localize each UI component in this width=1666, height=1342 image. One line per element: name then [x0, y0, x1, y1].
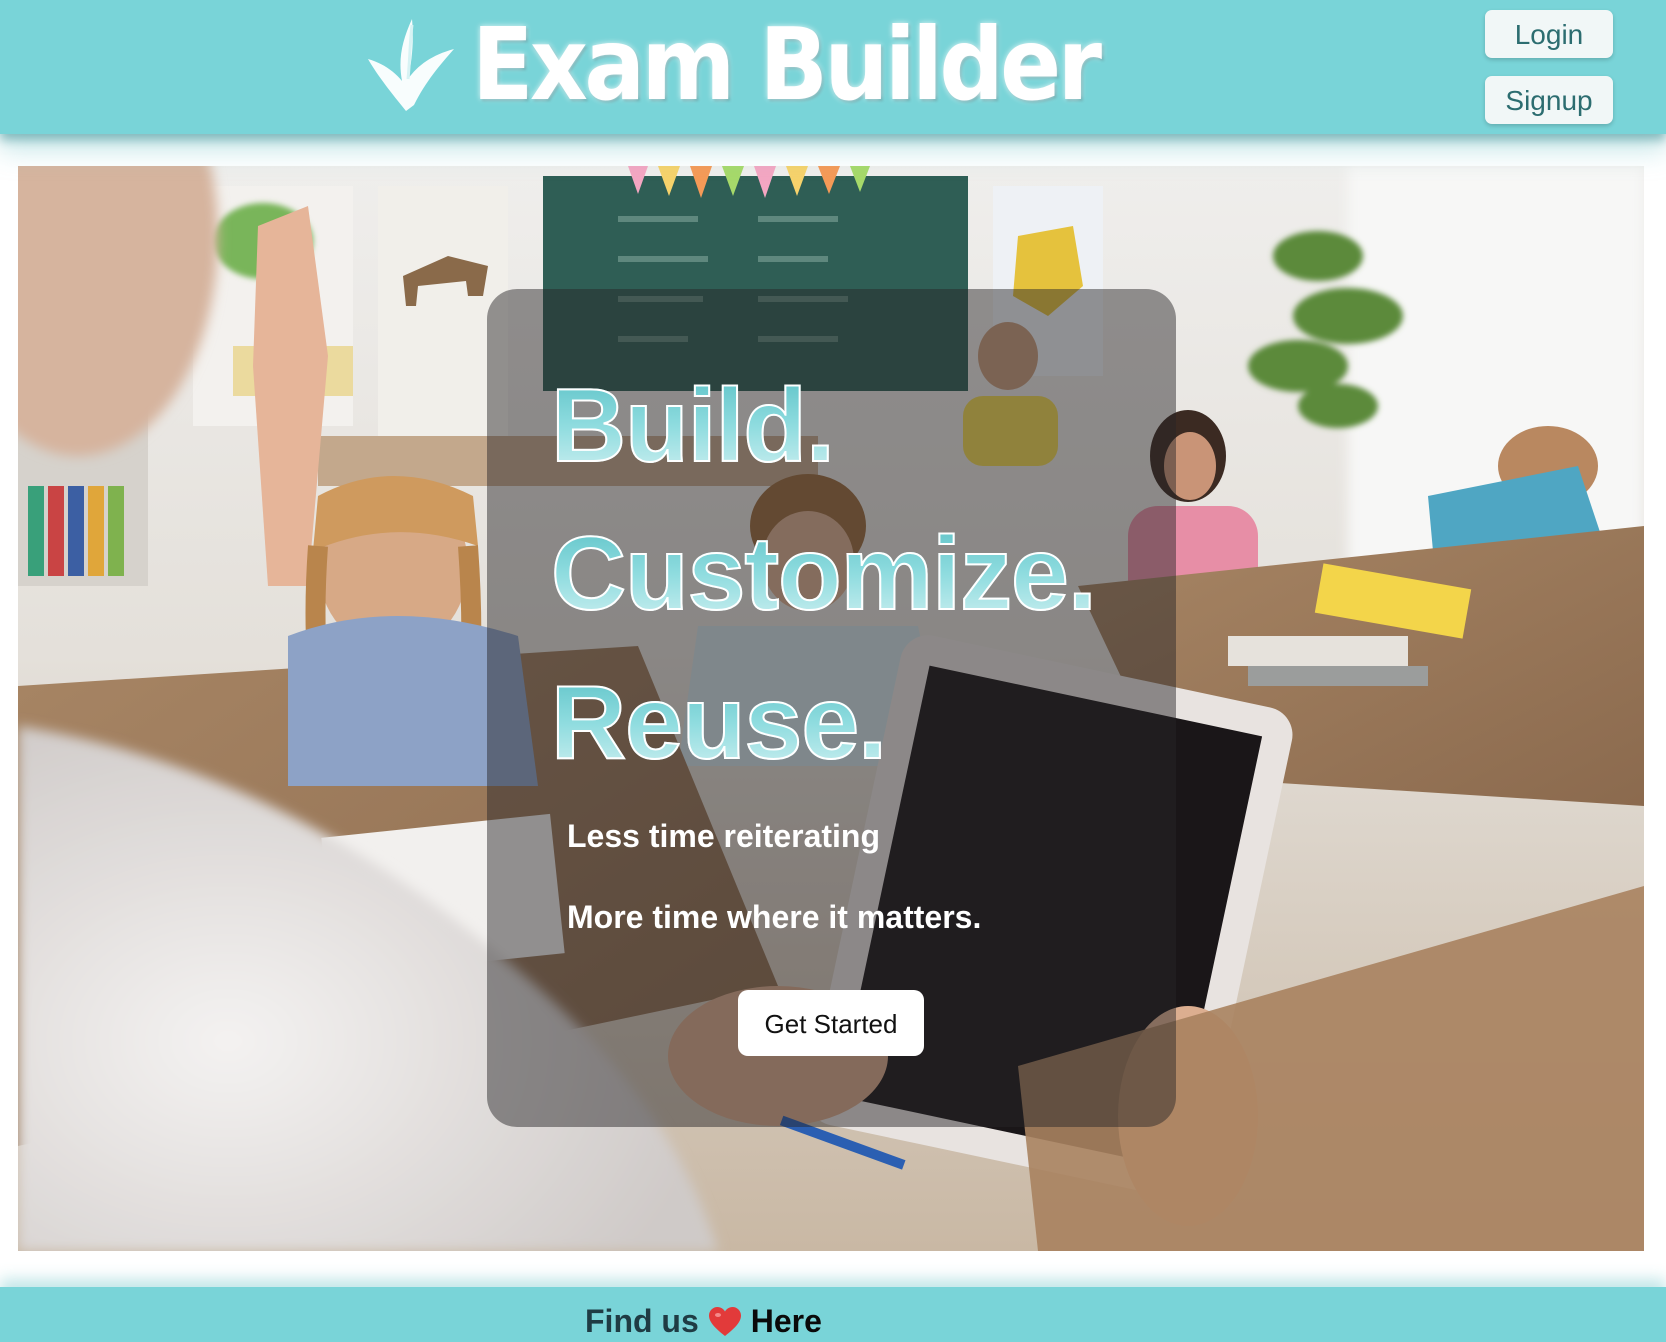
footer-here-link[interactable]: Here	[751, 1303, 822, 1340]
heart-icon	[708, 1306, 741, 1336]
headline-build: Build.	[550, 368, 836, 484]
footer-find-us: Find us Here	[585, 1303, 822, 1340]
login-button[interactable]: Login	[1485, 10, 1613, 58]
site-header: Exam Builder Login Signup	[0, 0, 1666, 134]
headline-reuse: Reuse.	[550, 665, 888, 781]
brand-name: Exam Builder	[472, 6, 1102, 123]
hero-section: Build. Customize. Reuse. Less time reite…	[18, 166, 1644, 1251]
site-footer: Find us Here	[0, 1287, 1666, 1342]
signup-button[interactable]: Signup	[1485, 76, 1613, 124]
brand-logo[interactable]: Exam Builder	[368, 10, 1168, 120]
feather-logo-icon	[368, 19, 454, 111]
get-started-button[interactable]: Get Started	[738, 990, 924, 1056]
headline-customize: Customize.	[550, 516, 1098, 632]
tagline-more-time: More time where it matters.	[567, 899, 982, 935]
footer-prefix: Find us	[585, 1303, 699, 1339]
tagline-less-time: Less time reiterating	[567, 818, 880, 854]
